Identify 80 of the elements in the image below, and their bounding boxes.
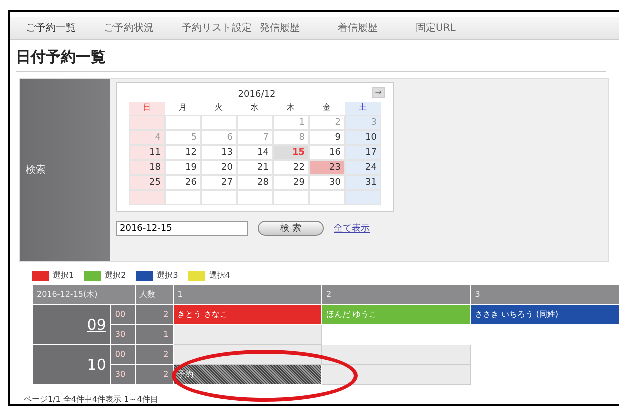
weekday-label: 火	[214, 102, 224, 114]
page-title: 日付予約一覧	[16, 48, 606, 72]
calendar-day[interactable]: 24	[345, 160, 381, 175]
calendar-day[interactable]: 26	[165, 175, 201, 190]
count-cell: 1	[135, 324, 174, 344]
count-cell: 2	[135, 344, 174, 364]
hour-cell: 09	[32, 304, 111, 344]
calendar-day[interactable]: 28	[237, 175, 273, 190]
weekday-label: 日	[129, 102, 165, 115]
hour-cell: 10	[32, 344, 111, 384]
calendar-day[interactable]: 25	[129, 175, 165, 190]
calendar-day[interactable]: 17	[345, 145, 381, 160]
calendar-day[interactable]: 18	[129, 160, 165, 175]
weekday-label: 金	[322, 102, 332, 114]
calendar-empty-cell	[201, 190, 237, 205]
legend-label: 選択3	[157, 270, 178, 281]
calendar-day[interactable]: 22	[273, 160, 309, 175]
calendar-day: 5	[165, 130, 201, 145]
column-header: 3	[470, 284, 619, 304]
calendar-day[interactable]: 9	[309, 130, 345, 145]
calendar-day[interactable]: 14	[237, 145, 273, 160]
minute-cell: 30	[110, 324, 136, 344]
nav-link[interactable]: 予約リスト設定	[178, 19, 256, 37]
show-all-link[interactable]: 全て表示	[334, 222, 370, 235]
calendar-empty-cell	[129, 190, 165, 205]
calendar-day[interactable]: 23	[309, 160, 345, 175]
nav-link[interactable]: ご予約一覧	[22, 19, 100, 37]
nav-link[interactable]: ご予約状況	[100, 19, 178, 37]
calendar-day: 6	[201, 130, 237, 145]
nav-link[interactable]: 着信履歴	[334, 19, 412, 37]
calendar-empty-cell	[129, 115, 165, 130]
calendar-day[interactable]: 12	[165, 145, 201, 160]
booking-cell[interactable]: きとう さなこ	[173, 304, 322, 324]
search-label: 検索	[26, 164, 46, 177]
legend-label: 選択1	[53, 270, 74, 281]
count-cell: 2	[135, 304, 174, 324]
count-header: 人数	[135, 284, 174, 304]
minute-cell: 00	[110, 344, 136, 364]
calendar-empty-cell	[345, 190, 381, 205]
weekday-label: 木	[286, 102, 296, 114]
date-header: 2016-12-15(木)	[32, 284, 136, 304]
calendar-day: 1	[273, 115, 309, 130]
calendar-empty-cell	[273, 190, 309, 205]
calendar-day[interactable]: 10	[345, 130, 381, 145]
calendar-empty-cell	[237, 190, 273, 205]
nav-link[interactable]: 固定URL	[412, 19, 490, 37]
minute-cell: 00	[110, 304, 136, 324]
calendar-day[interactable]: 13	[201, 145, 237, 160]
column-header: 1	[173, 284, 322, 304]
calendar-day[interactable]: 20	[201, 160, 237, 175]
pagination-text: ページ1/1 全4件中4件表示 1～4件目	[24, 394, 160, 404]
calendar-day[interactable]: 31	[345, 175, 381, 190]
nav-link[interactable]: 発信履歴	[256, 19, 334, 37]
column-header: 2	[322, 284, 471, 304]
calendar-day: 3	[345, 115, 381, 130]
calendar-month: 2016/12	[238, 90, 276, 100]
calendar-empty-cell	[201, 115, 237, 130]
calendar-day: 4	[129, 130, 165, 145]
calendar-day: 2	[309, 115, 345, 130]
booking-cell[interactable]: ささき いちろう (同姓)	[470, 304, 619, 324]
legend-label: 選択2	[105, 270, 126, 281]
count-cell: 2	[135, 364, 174, 384]
minute-cell: 30	[110, 364, 136, 384]
calendar-day: 8	[273, 130, 309, 145]
date-field[interactable]: 2016-12-15	[116, 221, 248, 236]
weekday-label: 土	[345, 102, 381, 115]
calendar-empty-cell	[237, 115, 273, 130]
legend-label: 選択4	[209, 270, 230, 281]
calendar-day[interactable]: 27	[201, 175, 237, 190]
calendar-day[interactable]: 16	[309, 145, 345, 160]
calendar-day[interactable]: 11	[129, 145, 165, 160]
calendar-day[interactable]: 30	[309, 175, 345, 190]
weekday-label: 水	[250, 102, 260, 114]
weekday-label: 月	[178, 102, 188, 114]
calendar-day: 7	[237, 130, 273, 145]
calendar-day[interactable]: 19	[165, 160, 201, 175]
next-month-button[interactable]: →	[372, 87, 385, 98]
search-button[interactable]: 検 索	[258, 221, 324, 236]
calendar-day[interactable]: 21	[237, 160, 273, 175]
calendar-day[interactable]: 29	[273, 175, 309, 190]
